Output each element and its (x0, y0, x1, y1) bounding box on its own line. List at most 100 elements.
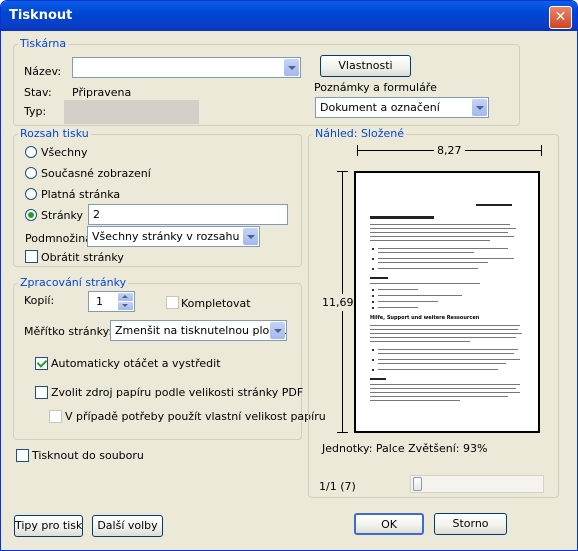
subset-select[interactable]: Všechny stránky v rozsahu (87, 226, 260, 247)
preview-bullet (372, 248, 374, 250)
close-button[interactable]: ✕ (549, 6, 572, 29)
collate-label[interactable]: Kompletovat (181, 297, 251, 310)
range-all-label[interactable]: Všechny (41, 146, 88, 159)
page-slider-thumb[interactable] (413, 477, 422, 491)
preview-text-line (378, 262, 488, 263)
chevron-down-icon[interactable] (270, 322, 285, 339)
range-all-radio[interactable] (25, 146, 37, 158)
dialog-title: Tisknout (9, 8, 73, 23)
width-dimension-tick-left (357, 145, 358, 156)
preview-heading (370, 216, 434, 219)
height-dimension-tick-bottom (337, 432, 348, 433)
range-pages-label[interactable]: Stránky (41, 209, 83, 222)
properties-button[interactable]: Vlastnosti (320, 55, 411, 77)
page-counter: 1/1 (7) (319, 480, 356, 493)
copies-value: 1 (96, 295, 103, 308)
preview-height: 11,69 (322, 294, 354, 311)
preview-doc-heading: Hilfe, Support und weitere Ressourcen (370, 315, 480, 321)
print-range-group-label: Rozsah tisku (18, 127, 91, 140)
width-dimension-tick-right (541, 145, 542, 156)
preview-text-line (370, 232, 508, 233)
preview-text-line (370, 228, 516, 229)
subset-value: Všechny stránky v rozsahu (92, 230, 240, 243)
preview-text-line (370, 388, 516, 389)
preview-text-line (370, 341, 470, 342)
auto-rotate-checkbox[interactable] (35, 357, 48, 370)
preview-text-line (370, 224, 510, 225)
print-dialog: Tisknout ✕ Tiskárna Název: Stav: Připrav… (0, 0, 578, 551)
print-to-file-checkbox[interactable] (16, 449, 29, 462)
page-slider-track[interactable] (410, 475, 544, 493)
stepper-down-icon[interactable] (118, 302, 133, 310)
title-bar: Tisknout ✕ (1, 1, 577, 31)
preview-subheading (370, 277, 388, 279)
preview-text-line (370, 400, 460, 401)
preview-width: 8,27 (434, 144, 465, 157)
stepper-up-icon[interactable] (118, 293, 133, 301)
more-options-button[interactable]: Další volby (92, 515, 163, 537)
range-current-view-label[interactable]: Současné zobrazení (41, 167, 151, 180)
preview-bullet (372, 268, 374, 270)
print-to-file-label[interactable]: Tisknout do souboru (32, 449, 144, 462)
preview-bullet (372, 359, 374, 361)
printer-name-select[interactable] (72, 57, 301, 78)
comments-forms-select[interactable]: Dokument a označení (315, 97, 489, 118)
page-scaling-value: Zmenšit na tisknutelnou plochu (115, 324, 287, 337)
preview-text-line (370, 325, 520, 326)
close-icon: ✕ (554, 9, 567, 25)
preview-text-line (378, 252, 474, 253)
printer-group-label: Tiskárna (18, 37, 69, 50)
auto-rotate-label[interactable]: Automaticky otáčet a vystředit (51, 357, 221, 370)
preview-bullet (372, 349, 374, 351)
height-dimension-tick-top (337, 171, 348, 172)
comments-forms-label: Poznámky a formuláře (314, 81, 437, 94)
page-scaling-select[interactable]: Zmenšit na tisknutelnou plochu (110, 320, 287, 341)
cancel-button[interactable]: Storno (434, 513, 507, 535)
chevron-down-icon[interactable] (284, 59, 299, 76)
preview-text-line (378, 295, 462, 296)
preview-text-line (370, 337, 516, 338)
page-scaling-label: Měřítko stránky: (24, 325, 113, 338)
page-handling-group-label: Zpracování stránky (18, 276, 129, 289)
preview-text-line (378, 349, 518, 350)
preview-text-line (378, 363, 506, 364)
choose-paper-label[interactable]: Zvolit zdroj papíru podle velikosti strá… (51, 386, 303, 399)
custom-paper-label[interactable]: V případě potřeby použít vlastní velikos… (65, 410, 326, 423)
reverse-pages-label[interactable]: Obrátit stránky (41, 251, 124, 264)
preview-group-label: Náhled: Složené (313, 127, 406, 140)
chevron-down-icon[interactable] (472, 99, 487, 116)
ok-button[interactable]: OK (354, 513, 424, 535)
range-pages-radio[interactable] (25, 209, 37, 221)
printer-status-value: Připravena (72, 86, 132, 99)
preview-bullet (372, 295, 374, 297)
printer-type-value-box (64, 100, 199, 124)
pages-input[interactable]: 2 (88, 204, 288, 225)
chevron-down-icon[interactable] (243, 228, 258, 245)
choose-paper-checkbox[interactable] (35, 386, 48, 399)
copies-stepper[interactable]: 1 (88, 291, 135, 312)
preview-text-line (370, 240, 490, 241)
range-current-page-radio[interactable] (25, 188, 37, 200)
preview-bullet (372, 301, 374, 303)
preview-header-mark (476, 204, 512, 206)
print-tips-button[interactable]: Tipy pro tisk (14, 515, 83, 537)
preview-text-line (370, 384, 520, 385)
printer-type-label: Typ: (24, 105, 47, 118)
units-zoom-text: Jednotky: Palce Zvětšení: 93% (322, 442, 488, 455)
comments-forms-value: Dokument a označení (320, 101, 440, 114)
range-current-view-radio[interactable] (25, 167, 37, 179)
preview-text-line (370, 283, 480, 284)
preview-text-line (378, 307, 418, 308)
reverse-pages-checkbox[interactable] (25, 250, 38, 263)
preview-bullet (372, 369, 374, 371)
copies-label: Kopií: (24, 294, 55, 307)
collate-checkbox[interactable] (166, 296, 179, 309)
custom-paper-checkbox[interactable] (49, 410, 62, 423)
preview-text-line (370, 396, 508, 397)
range-current-page-label[interactable]: Platná stránka (41, 188, 120, 201)
preview-text-line (378, 301, 438, 302)
preview-text-line (370, 329, 518, 330)
preview-text-line (378, 359, 520, 360)
preview-text-line (378, 268, 478, 269)
preview-text-line (370, 392, 520, 393)
